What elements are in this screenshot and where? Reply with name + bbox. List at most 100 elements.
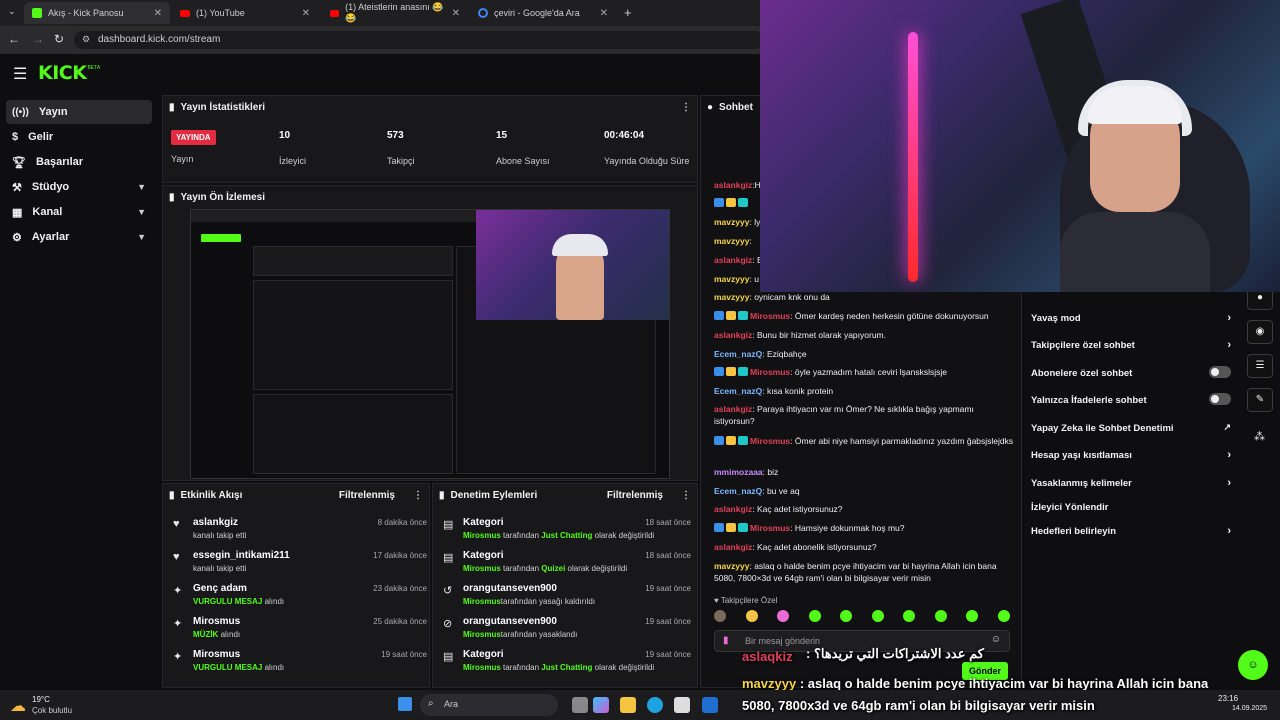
tab-youtube-2[interactable]: (1) Ateistlerin anasını 😂😂 ✕ (322, 2, 468, 24)
edge-icon[interactable] (647, 697, 663, 713)
chat-setting-item[interactable]: Hedefleri belirleyin › (1031, 525, 1231, 537)
taskbar-search[interactable]: ⌕ Ara (420, 694, 558, 716)
close-icon[interactable]: ✕ (302, 8, 310, 19)
sidebar-item-kanal[interactable]: ▦ Kanal ▼ (6, 200, 152, 224)
chat-username[interactable]: aslankgiz (714, 404, 752, 414)
back-icon[interactable]: ← (8, 32, 20, 46)
chat-username[interactable]: mavzyyy (714, 217, 749, 227)
chat-username[interactable]: Mirosmus (750, 367, 790, 377)
weather-icon[interactable]: ☁ (10, 696, 26, 716)
sidebar-item-ayarlar[interactable]: ⚙ Ayarlar ▼ (6, 225, 152, 249)
clock-time[interactable]: 23:16 (1218, 694, 1238, 703)
close-icon[interactable]: ✕ (452, 8, 460, 19)
task-view-icon[interactable] (572, 697, 588, 713)
chat-username[interactable]: Ecem_nazQ (714, 349, 762, 359)
tab-list-icon[interactable]: ⌄ (8, 6, 16, 17)
moderation-actor[interactable]: Mirosmus (463, 597, 501, 606)
stream-preview-video[interactable] (190, 209, 670, 479)
forward-icon[interactable]: → (32, 32, 44, 46)
moderation-title[interactable]: orangutanseven900 (463, 583, 557, 594)
chat-setting-item[interactable]: Hesap yaşı kısıtlaması › (1031, 449, 1231, 461)
file-explorer-icon[interactable] (620, 697, 636, 713)
chat-setting-item[interactable]: Abonelere özel sohbet (1031, 366, 1231, 379)
toggle-switch[interactable] (1209, 393, 1231, 405)
chat-username[interactable]: aslankgiz (714, 255, 752, 265)
emote-2-icon[interactable] (745, 610, 758, 622)
emoji-icon[interactable]: ☺ (991, 634, 1001, 645)
filter-button[interactable]: Filtrelenmiş (339, 490, 395, 501)
emote-6-icon[interactable] (871, 610, 884, 622)
activity-user[interactable]: Mirosmus (193, 616, 240, 627)
chat-username[interactable]: mavzyyy (714, 292, 749, 302)
chat-username[interactable]: Ecem_nazQ (714, 486, 762, 496)
more-options-icon[interactable]: ⋮ (681, 490, 691, 501)
store-icon[interactable] (674, 697, 690, 713)
chat-username[interactable]: mmimozaaa (714, 467, 763, 477)
chat-username[interactable]: Ecem_nazQ (714, 386, 762, 396)
chat-username[interactable]: aslankgiz (714, 542, 752, 552)
chat-setting-item[interactable]: İzleyici Yönlendir (1031, 502, 1231, 513)
chat-setting-item[interactable]: Yavaş mod › (1031, 312, 1231, 324)
new-tab-icon[interactable]: + (624, 5, 632, 20)
chat-username[interactable]: aslankgiz (714, 330, 752, 340)
copilot-icon[interactable] (593, 697, 609, 713)
moderation-title[interactable]: orangutanseven900 (463, 616, 557, 627)
chat-setting-item[interactable]: Yalnızca İfadelerle sohbet (1031, 393, 1231, 406)
chat-username[interactable]: mavzyyy (714, 274, 749, 284)
chat-username[interactable]: mavzyyy (714, 561, 749, 571)
moderation-actor[interactable]: Mirosmus (463, 531, 501, 540)
close-icon[interactable]: ✕ (600, 8, 608, 19)
chat-setting-item[interactable]: Takipçilere özel sohbet › (1031, 339, 1231, 351)
filter-button[interactable]: Filtrelenmiş (607, 490, 663, 501)
emote-9-icon[interactable] (966, 610, 979, 622)
site-info-icon[interactable]: ⚙ (82, 34, 90, 45)
reload-icon[interactable]: ↻ (54, 32, 64, 46)
emote-10-icon[interactable] (997, 610, 1010, 622)
more-options-icon[interactable]: ⋮ (681, 102, 691, 113)
moderation-actor[interactable]: Mirosmus (463, 663, 501, 672)
tab-youtube[interactable]: (1) YouTube ✕ (172, 2, 318, 24)
moderation-actor[interactable]: Mirosmus (463, 564, 501, 573)
sidebar-item-studyo[interactable]: ⚒ Stüdyo ▼ (6, 175, 152, 199)
more-options-icon[interactable]: ⋮ (413, 490, 423, 501)
followers-only-text: Takipçilere Özel (720, 596, 778, 605)
emote-3-icon[interactable] (777, 610, 790, 622)
toggle-switch[interactable] (1209, 366, 1231, 378)
emote-8-icon[interactable] (934, 610, 947, 622)
emote-1-icon[interactable] (714, 610, 726, 622)
chat-setting-item[interactable]: Yapay Zeka ile Sohbet Denetimi ↗ (1031, 422, 1231, 434)
activity-user[interactable]: aslankgiz (193, 517, 238, 528)
chat-username[interactable]: Mirosmus (750, 436, 790, 446)
outlook-icon[interactable] (702, 697, 718, 713)
sidebar-item-yayin[interactable]: ((•)) Yayın (6, 100, 152, 124)
chat-setting-item[interactable]: Yasaklanmış kelimeler › (1031, 477, 1231, 489)
chat-username[interactable]: mavzyyy (714, 236, 749, 246)
tab-kick[interactable]: Akış - Kick Panosu ✕ (24, 2, 170, 24)
broadcast-icon[interactable]: ◉ (1247, 320, 1273, 344)
emote-5-icon[interactable] (840, 610, 853, 622)
sidebar-item-basarilar[interactable]: 🏆︎ Başarılar (6, 150, 152, 174)
widgets-icon[interactable]: ⁂ (1254, 430, 1265, 443)
chat-username[interactable]: Mirosmus (750, 311, 790, 321)
sidebar-item-gelir[interactable]: $ Gelir (6, 125, 152, 149)
windows-start-icon[interactable] (398, 697, 412, 711)
activity-user[interactable]: Mirosmus (193, 649, 240, 660)
chat-username[interactable]: aslankgiz (714, 504, 752, 514)
kick-logo[interactable]: KICK BETA (38, 62, 100, 84)
chat-username[interactable]: aslankgiz (714, 180, 752, 190)
support-chat-icon[interactable]: ☺ (1238, 650, 1268, 680)
mic-icon[interactable]: ▮ (723, 635, 729, 646)
activity-user[interactable]: essegin_intikami211 (193, 550, 290, 561)
hamburger-menu-icon[interactable]: ☰ (13, 64, 27, 84)
chat-username[interactable]: Mirosmus (750, 523, 790, 533)
tab-google[interactable]: çeviri - Google'da Ara ✕ (470, 2, 616, 24)
activity-user[interactable]: Genç adam (193, 583, 247, 594)
wrench-icon[interactable]: ✎ (1247, 388, 1273, 412)
close-icon[interactable]: ✕ (154, 8, 162, 19)
clock-date[interactable]: 14.09.2025 (1232, 705, 1267, 712)
emote-7-icon[interactable] (903, 610, 916, 622)
moderation-actor[interactable]: Mirosmus (463, 630, 501, 639)
layout-icon[interactable]: ☰ (1247, 354, 1273, 378)
url-field[interactable]: ⚙ dashboard.kick.com/stream (74, 31, 764, 49)
emote-4-icon[interactable] (808, 610, 821, 622)
